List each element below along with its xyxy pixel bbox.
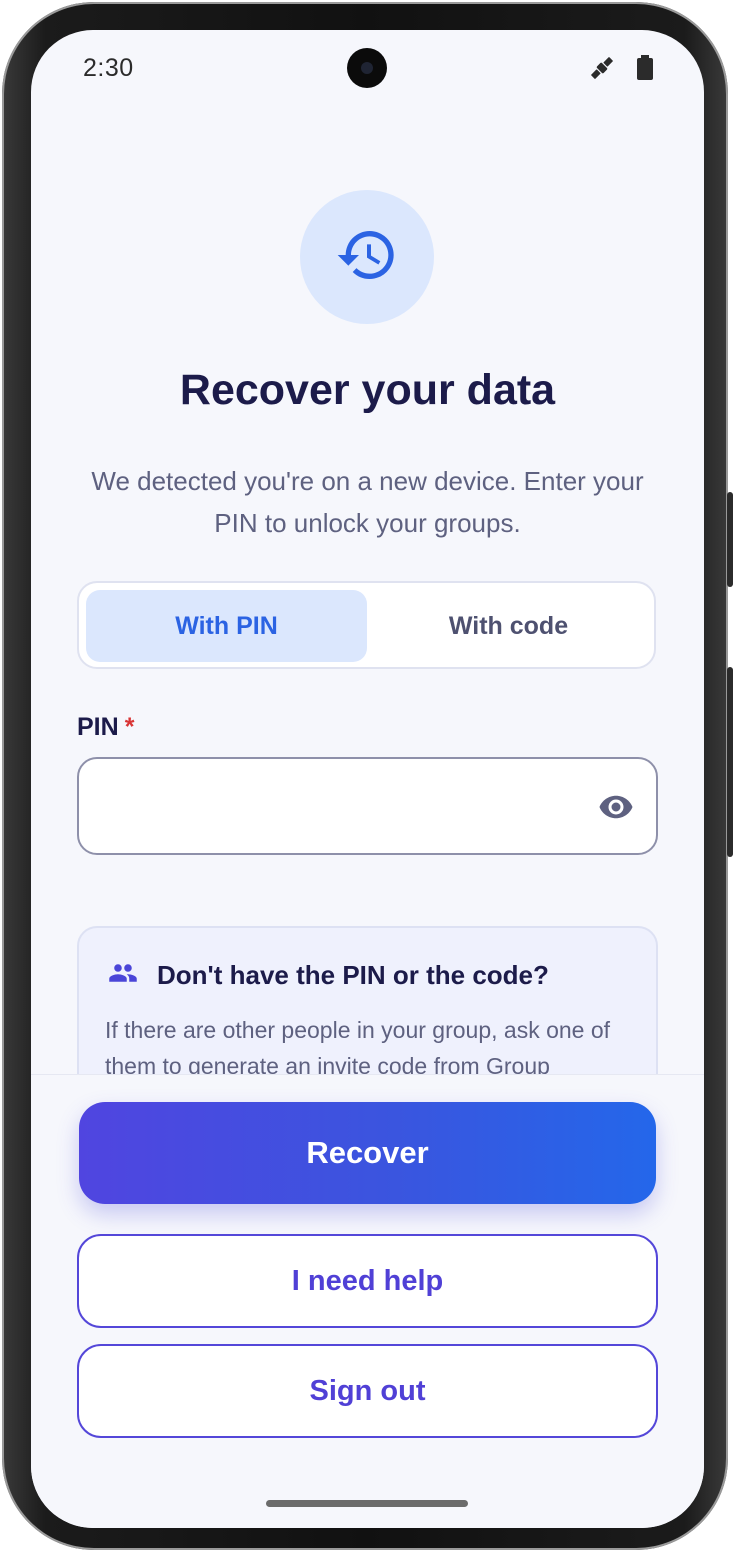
required-asterisk: *	[124, 713, 135, 741]
hero-icon-circle	[300, 190, 434, 324]
satellite-icon	[588, 54, 616, 87]
bottom-action-panel: Recover I need help Sign out	[31, 1074, 704, 1528]
app-screen: 2:30 Recover your data We detected you'r…	[31, 30, 704, 1528]
history-restore-icon	[335, 223, 399, 292]
pin-input[interactable]	[99, 779, 583, 835]
pin-field[interactable]	[77, 757, 658, 855]
sign-out-button[interactable]: Sign out	[77, 1344, 658, 1438]
eye-icon[interactable]	[596, 789, 636, 825]
power-button	[727, 667, 733, 857]
pin-label-text: PIN	[77, 713, 119, 741]
recovery-method-toggle: With PIN With code	[77, 581, 656, 669]
tab-with-pin[interactable]: With PIN	[86, 590, 367, 662]
battery-icon	[636, 55, 654, 86]
status-time: 2:30	[83, 54, 134, 82]
front-camera	[347, 48, 387, 88]
recover-button[interactable]: Recover	[79, 1102, 656, 1204]
volume-button	[727, 492, 733, 587]
phone-frame: 2:30 Recover your data We detected you'r…	[2, 2, 733, 1550]
status-bar: 2:30	[31, 30, 704, 106]
page-subtitle: We detected you're on a new device. Ente…	[91, 466, 644, 538]
need-help-button[interactable]: I need help	[77, 1234, 658, 1328]
pin-field-label: PIN *	[77, 713, 134, 742]
help-card-title: Don't have the PIN or the code?	[157, 960, 549, 990]
page-title: Recover your data	[179, 366, 556, 414]
status-icons	[588, 54, 654, 87]
help-card-header: Don't have the PIN or the code?	[105, 958, 549, 993]
tab-with-code[interactable]: With code	[368, 590, 649, 662]
home-indicator[interactable]	[266, 1500, 468, 1507]
people-icon	[105, 958, 141, 993]
